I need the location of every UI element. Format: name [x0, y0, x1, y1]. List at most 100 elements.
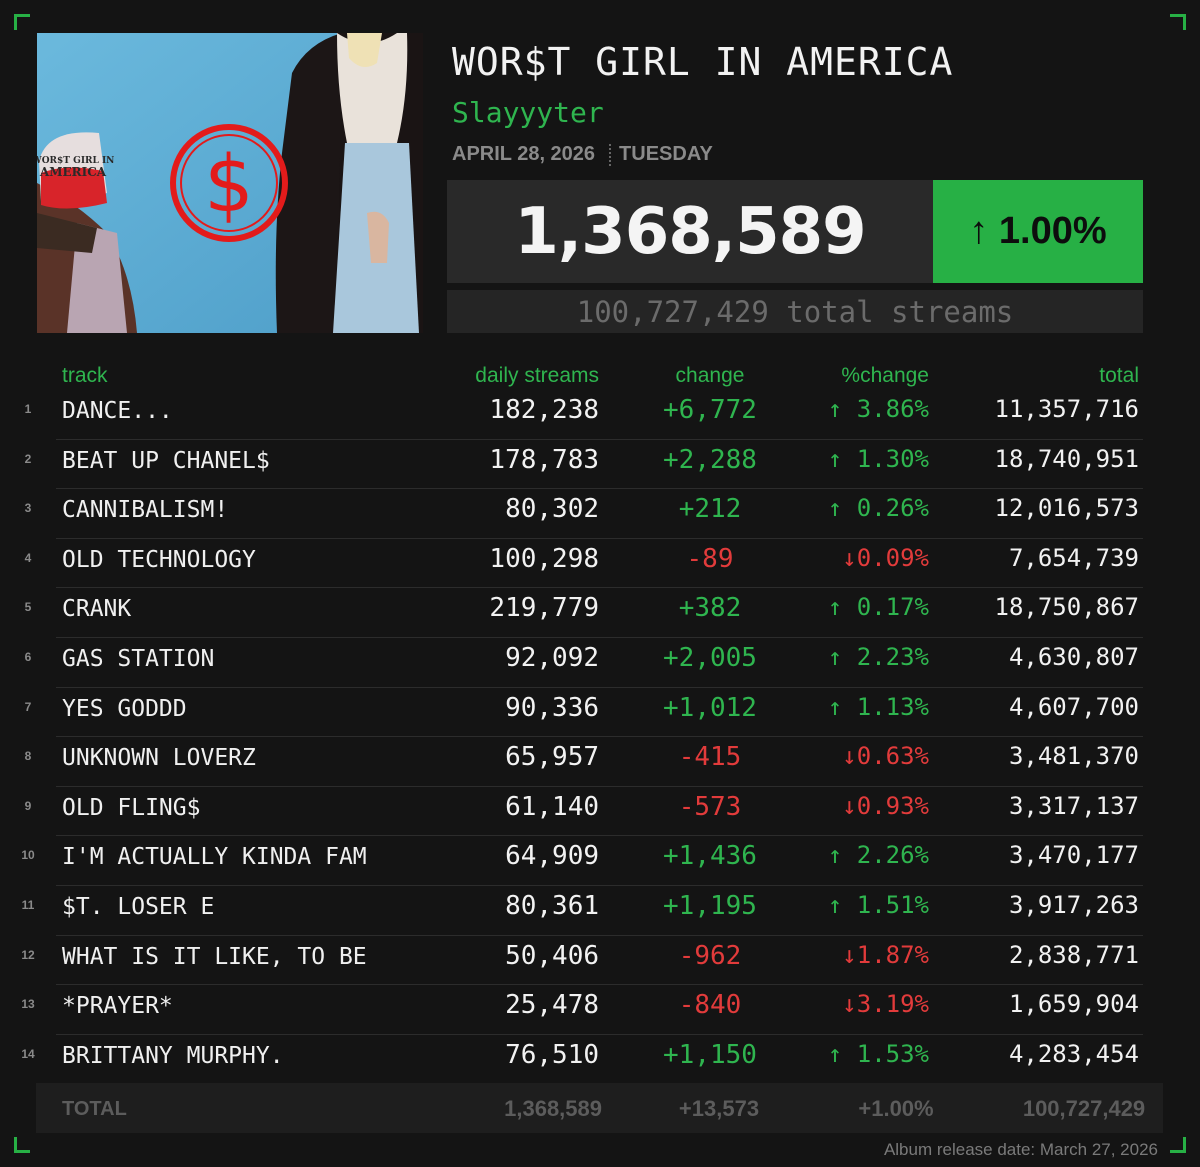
- artist-name: Slayyyter: [452, 96, 604, 129]
- release-date-note: Album release date: March 27, 2026: [883, 1140, 1158, 1159]
- track-total-streams: 12,016,573: [994, 494, 1140, 523]
- track-change: -415: [678, 742, 742, 773]
- track-name: GAS STATION: [62, 646, 215, 672]
- track-daily-streams: 92,092: [505, 643, 599, 673]
- column-header-track: track: [62, 364, 108, 387]
- track-percent-change: ↓1.87%: [842, 940, 929, 969]
- track-change: +382: [678, 593, 742, 624]
- table-row: 12 WHAT IS IT LIKE, TO BE 50,406 -962 ↓1.87%…: [0, 936, 1200, 986]
- album-title: WOR$T GIRL IN AMERICA: [452, 40, 954, 84]
- track-number: 2: [24, 451, 32, 466]
- daily-streams-box: 1,368,589: [447, 180, 933, 283]
- track-change: -89: [686, 543, 734, 574]
- track-number: 13: [21, 997, 35, 1012]
- table-row: 11 $T. LOSER E 80,361 +1,195 ↑ 1.51% 3,917,26…: [0, 886, 1200, 936]
- track-percent-change: ↑ 2.26%: [827, 841, 929, 870]
- track-number: 4: [24, 550, 32, 565]
- track-percent-change: ↓0.63%: [842, 742, 929, 771]
- track-total-streams: 3,317,137: [1008, 791, 1139, 820]
- totals-label: TOTAL: [62, 1098, 127, 1120]
- track-change: +6,772: [663, 395, 757, 425]
- track-percent-change: ↑ 1.53%: [827, 1039, 929, 1068]
- track-percent-change: ↓0.09%: [842, 543, 929, 572]
- track-number: 6: [24, 650, 32, 664]
- table-row: 9 OLD FLING$ 61,140 -573 ↓0.93% 3,317,137: [0, 787, 1200, 837]
- track-daily-streams: 100,298: [489, 543, 599, 574]
- track-name: I'M ACTUALLY KINDA FAM: [62, 844, 367, 871]
- track-total-streams: 4,283,454: [1008, 1039, 1139, 1068]
- track-number: 10: [21, 848, 35, 863]
- percent-change-value: ↑ 1.00%: [969, 210, 1107, 252]
- track-name: BRITTANY MURPHY.: [62, 1042, 284, 1069]
- frame-corner-bottom-right: [1170, 1137, 1186, 1153]
- table-row: 1 DANCE... 182,238 +6,772 ↑ 3.86% 11,357,716: [0, 390, 1200, 440]
- track-total-streams: 2,838,771: [1008, 940, 1139, 969]
- track-number: 14: [21, 1046, 35, 1061]
- track-change: +1,195: [663, 891, 757, 921]
- date-separator: [609, 143, 612, 166]
- track-name: UNKNOWN LOVERZ: [62, 745, 256, 772]
- track-number: 1: [24, 402, 32, 416]
- track-name: DANCE...: [62, 398, 173, 424]
- track-change: -573: [678, 791, 742, 822]
- track-total-streams: 7,654,739: [1008, 543, 1139, 572]
- track-change: -962: [678, 940, 742, 971]
- track-daily-streams: 90,336: [505, 692, 599, 723]
- track-total-streams: 3,470,177: [1008, 841, 1139, 870]
- totals-percent-change: +1.00%: [858, 1096, 934, 1121]
- track-total-streams: 4,630,807: [1008, 643, 1139, 671]
- track-total-streams: 3,481,370: [1008, 742, 1139, 771]
- track-number: 8: [24, 749, 32, 764]
- totals-daily-streams: 1,368,589: [504, 1096, 602, 1121]
- track-percent-change: ↑ 1.13%: [827, 692, 929, 721]
- column-header-percent-change: %change: [841, 364, 929, 387]
- track-number: 3: [24, 501, 32, 516]
- track-daily-streams: 178,783: [489, 444, 599, 475]
- table-row: 6 GAS STATION 92,092 +2,005 ↑ 2.23% 4,630,807: [0, 638, 1200, 688]
- table-row: 5 CRANK 219,779 +382 ↑ 0.17% 18,750,867: [0, 588, 1200, 638]
- track-name: BEAT UP CHANEL$: [62, 447, 270, 474]
- weekday: TUESDAY: [619, 143, 713, 165]
- track-name: CANNIBALISM!: [62, 497, 229, 524]
- daily-streams-value: 1,368,589: [514, 194, 866, 269]
- track-name: OLD TECHNOLOGY: [62, 546, 256, 573]
- date-row: APRIL 28, 2026 TUESDAY: [452, 143, 713, 166]
- track-percent-change: ↑ 0.17%: [827, 593, 929, 622]
- table-row: 3 CANNIBALISM! 80,302 +212 ↑ 0.26% 12,016,573: [0, 489, 1200, 539]
- track-number: 5: [24, 600, 32, 615]
- track-daily-streams: 76,510: [505, 1039, 599, 1070]
- track-name: WHAT IS IT LIKE, TO BE: [62, 943, 367, 970]
- table-row: 2 BEAT UP CHANEL$ 178,783 +2,288 ↑ 1.30% 18,7…: [0, 440, 1200, 490]
- track-name: *PRAYER*: [62, 993, 173, 1020]
- total-streams-text: 100,727,429 total streams: [576, 294, 1014, 329]
- total-streams-box: 100,727,429 total streams: [447, 290, 1143, 333]
- percent-change-badge: ↑ 1.00%: [933, 180, 1143, 283]
- track-daily-streams: 25,478: [505, 990, 599, 1021]
- track-number: 12: [21, 947, 35, 962]
- totals-total-streams: 100,727,429: [1022, 1096, 1146, 1121]
- column-header-daily-streams: daily streams: [475, 364, 599, 387]
- album-cover-image: $ WOR$T GIRL IN AMERICA: [37, 33, 423, 333]
- table-row: 7 YES GODDD 90,336 +1,012 ↑ 1.13% 4,607,700: [0, 688, 1200, 738]
- track-percent-change: ↑ 1.30%: [827, 444, 929, 473]
- track-percent-change: ↑ 0.26%: [827, 494, 929, 523]
- track-name: $T. LOSER E: [62, 894, 215, 920]
- track-daily-streams: 50,406: [505, 940, 599, 971]
- track-percent-change: ↑ 2.23%: [827, 643, 929, 671]
- track-total-streams: 11,357,716: [994, 395, 1140, 423]
- column-header-total: total: [1099, 364, 1139, 387]
- track-total-streams: 4,607,700: [1008, 692, 1139, 721]
- date: APRIL 28, 2026: [452, 143, 596, 165]
- svg-text:$: $: [204, 140, 254, 230]
- track-daily-streams: 64,909: [505, 841, 599, 872]
- track-daily-streams: 61,140: [505, 791, 599, 822]
- table-row: 4 OLD TECHNOLOGY 100,298 -89 ↓0.09% 7,654,739: [0, 539, 1200, 589]
- track-change: -840: [678, 990, 742, 1021]
- column-header-change: change: [675, 364, 745, 387]
- track-daily-streams: 80,302: [505, 494, 599, 525]
- track-number: 11: [21, 898, 35, 912]
- track-name: CRANK: [62, 596, 132, 623]
- track-daily-streams: 182,238: [489, 395, 599, 425]
- track-total-streams: 3,917,263: [1008, 891, 1139, 919]
- track-change: +2,288: [663, 444, 757, 475]
